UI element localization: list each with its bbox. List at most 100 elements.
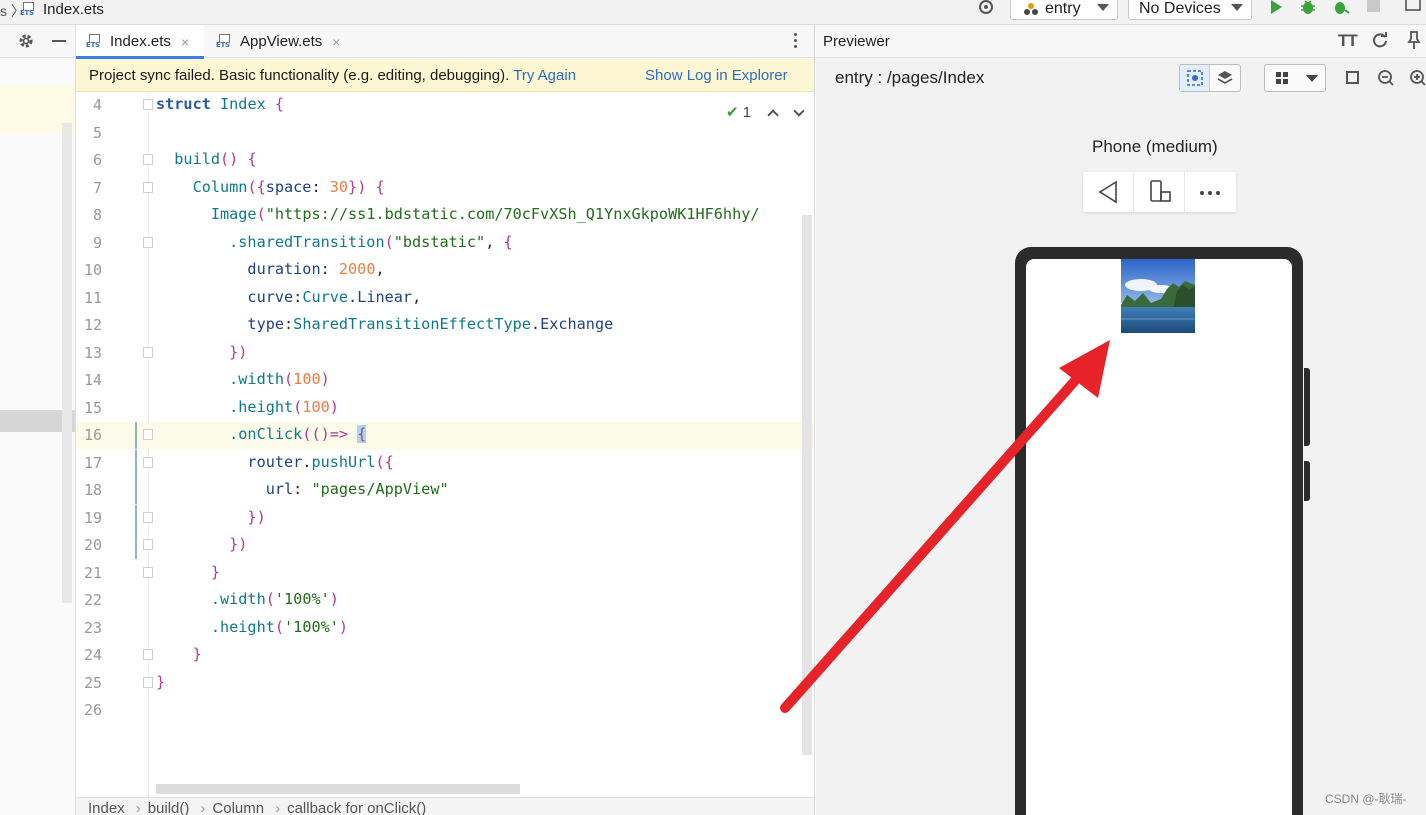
editor-horizontal-scrollbar[interactable] — [156, 784, 520, 794]
more-button[interactable] — [1185, 172, 1236, 212]
code-area[interactable]: 4 struct Index {5 6 build() {7 Column({spa… — [76, 92, 814, 797]
line-number: 4 — [92, 96, 102, 114]
run-config-label: entry — [1045, 0, 1081, 17]
fold-icon[interactable] — [143, 236, 153, 248]
project-panel-scrollbar[interactable] — [62, 123, 72, 603]
font-size-icon[interactable]: TT — [1338, 31, 1358, 51]
tab-label: AppView.ets — [240, 33, 323, 50]
breadcrumb-item[interactable]: Index — [88, 800, 125, 815]
code-line[interactable]: 8 Image("https://ss1.bdstatic.com/70cFvX… — [76, 202, 814, 229]
close-icon[interactable]: × — [181, 34, 189, 50]
inspection-widget[interactable]: ✔ 1 — [726, 103, 805, 121]
code-line[interactable]: 15 .height(100) — [76, 395, 814, 422]
landscape-image[interactable] — [1121, 259, 1195, 333]
code-line[interactable]: 17 router.pushUrl({ — [76, 449, 814, 477]
code-line[interactable]: 10 duration: 2000, — [76, 257, 814, 284]
refresh-icon[interactable] — [1371, 31, 1389, 49]
run-config-select[interactable]: entry — [1010, 0, 1118, 20]
settings-icon[interactable] — [18, 33, 34, 49]
code-text: Column({space: 30}) { — [156, 177, 385, 196]
code-line[interactable]: 21 } — [76, 560, 814, 587]
chevron-up-icon[interactable] — [767, 108, 779, 121]
minimize-icon[interactable] — [52, 40, 66, 42]
code-text: .width(100) — [156, 370, 330, 388]
code-line[interactable]: 12 type:SharedTransitionEffectType.Excha… — [76, 312, 814, 339]
vcs-change-marker[interactable] — [135, 449, 137, 477]
back-button[interactable] — [1083, 172, 1134, 212]
code-line[interactable]: 19 }) — [76, 504, 814, 532]
show-log-link[interactable]: Show Log in Explorer — [645, 67, 788, 84]
code-text: Image("https://ss1.bdstatic.com/70cFvXSh… — [156, 205, 760, 223]
chevron-down-icon[interactable] — [793, 104, 805, 117]
line-number: 25 — [83, 673, 102, 692]
zoom-in-icon[interactable] — [1409, 69, 1426, 87]
fold-icon[interactable] — [143, 154, 153, 165]
stop-icon[interactable] — [1367, 0, 1380, 12]
project-panel — [0, 25, 76, 815]
code-line[interactable]: 16 .onClick(()=> { — [76, 422, 814, 449]
vcs-change-marker[interactable] — [135, 477, 137, 504]
more-icon[interactable] — [794, 33, 798, 49]
line-number: 21 — [83, 563, 102, 582]
fold-icon[interactable] — [143, 649, 153, 660]
inspector-button[interactable] — [1180, 65, 1210, 91]
profile-icon[interactable] — [1332, 0, 1350, 16]
device-select[interactable]: No Devices — [1128, 0, 1252, 20]
run-icon[interactable] — [1267, 0, 1285, 16]
code-line[interactable]: 25} — [76, 670, 814, 697]
fold-icon[interactable] — [143, 539, 153, 550]
code-line[interactable]: 11 curve:Curve.Linear, — [76, 285, 814, 312]
fold-icon[interactable] — [143, 566, 153, 578]
fold-icon[interactable] — [143, 456, 153, 468]
device-manager-icon[interactable] — [1404, 0, 1422, 16]
code-line[interactable]: 13 }) — [76, 340, 814, 367]
close-icon[interactable]: × — [332, 34, 340, 50]
code-line[interactable]: 18 url: "pages/AppView" — [76, 477, 814, 504]
fold-icon[interactable] — [143, 181, 153, 193]
code-line[interactable]: 4 struct Index { — [76, 92, 814, 119]
line-number: 8 — [92, 206, 102, 224]
target-icon[interactable] — [977, 0, 995, 16]
vcs-change-marker[interactable] — [135, 422, 137, 449]
code-line[interactable]: 22 .width('100%') — [76, 587, 814, 614]
line-number: 7 — [92, 178, 102, 197]
rotate-button[interactable] — [1134, 172, 1185, 212]
code-line[interactable]: 26 — [76, 697, 814, 724]
code-line[interactable]: 9 .sharedTransition("bdstatic", { — [76, 230, 814, 257]
code-line[interactable]: 20 }) — [76, 532, 814, 559]
fit-screen-icon[interactable] — [1346, 71, 1359, 84]
breadcrumb-item[interactable]: Column — [212, 800, 264, 815]
fold-icon[interactable] — [143, 99, 153, 110]
tab-index-ets[interactable]: ETS Index.ets × — [76, 25, 204, 59]
code-line[interactable]: 7 Column({space: 30}) { — [76, 175, 814, 202]
fold-icon[interactable] — [143, 429, 153, 440]
vcs-change-marker[interactable] — [135, 532, 137, 559]
back-icon — [1098, 180, 1117, 204]
editor-vertical-scrollbar[interactable] — [802, 215, 812, 755]
line-number: 24 — [83, 646, 102, 664]
zoom-out-icon[interactable] — [1377, 69, 1395, 87]
breadcrumb-item[interactable]: callback for onClick() — [287, 800, 426, 815]
fold-icon[interactable] — [143, 676, 153, 688]
line-number: 6 — [92, 151, 102, 169]
preview-route: entry : /pages/Index — [835, 68, 985, 87]
breadcrumb-separator: › — [200, 800, 206, 815]
code-line[interactable]: 6 build() { — [76, 147, 814, 174]
code-line[interactable]: 23 .height('100%') — [76, 615, 814, 642]
code-line[interactable]: 5 — [76, 120, 814, 147]
multi-device-select[interactable] — [1264, 64, 1326, 92]
breadcrumb-file[interactable]: ETS Index.ets — [20, 0, 104, 18]
fold-icon[interactable] — [143, 346, 153, 358]
pin-icon[interactable] — [1405, 30, 1423, 50]
try-again-link[interactable]: Try Again — [513, 67, 576, 84]
fold-icon[interactable] — [143, 511, 153, 523]
more-icon — [1200, 191, 1220, 195]
code-line[interactable]: 24 } — [76, 642, 814, 669]
code-line[interactable]: 14 .width(100) — [76, 367, 814, 394]
debug-icon[interactable] — [1299, 0, 1317, 16]
sync-failed-banner: Project sync failed. Basic functionality… — [76, 59, 814, 92]
breadcrumb-item[interactable]: build() — [148, 800, 190, 815]
vcs-change-marker[interactable] — [135, 504, 137, 532]
tab-appview-ets[interactable]: ETS AppView.ets × — [206, 25, 366, 58]
layers-button[interactable] — [1210, 65, 1240, 91]
